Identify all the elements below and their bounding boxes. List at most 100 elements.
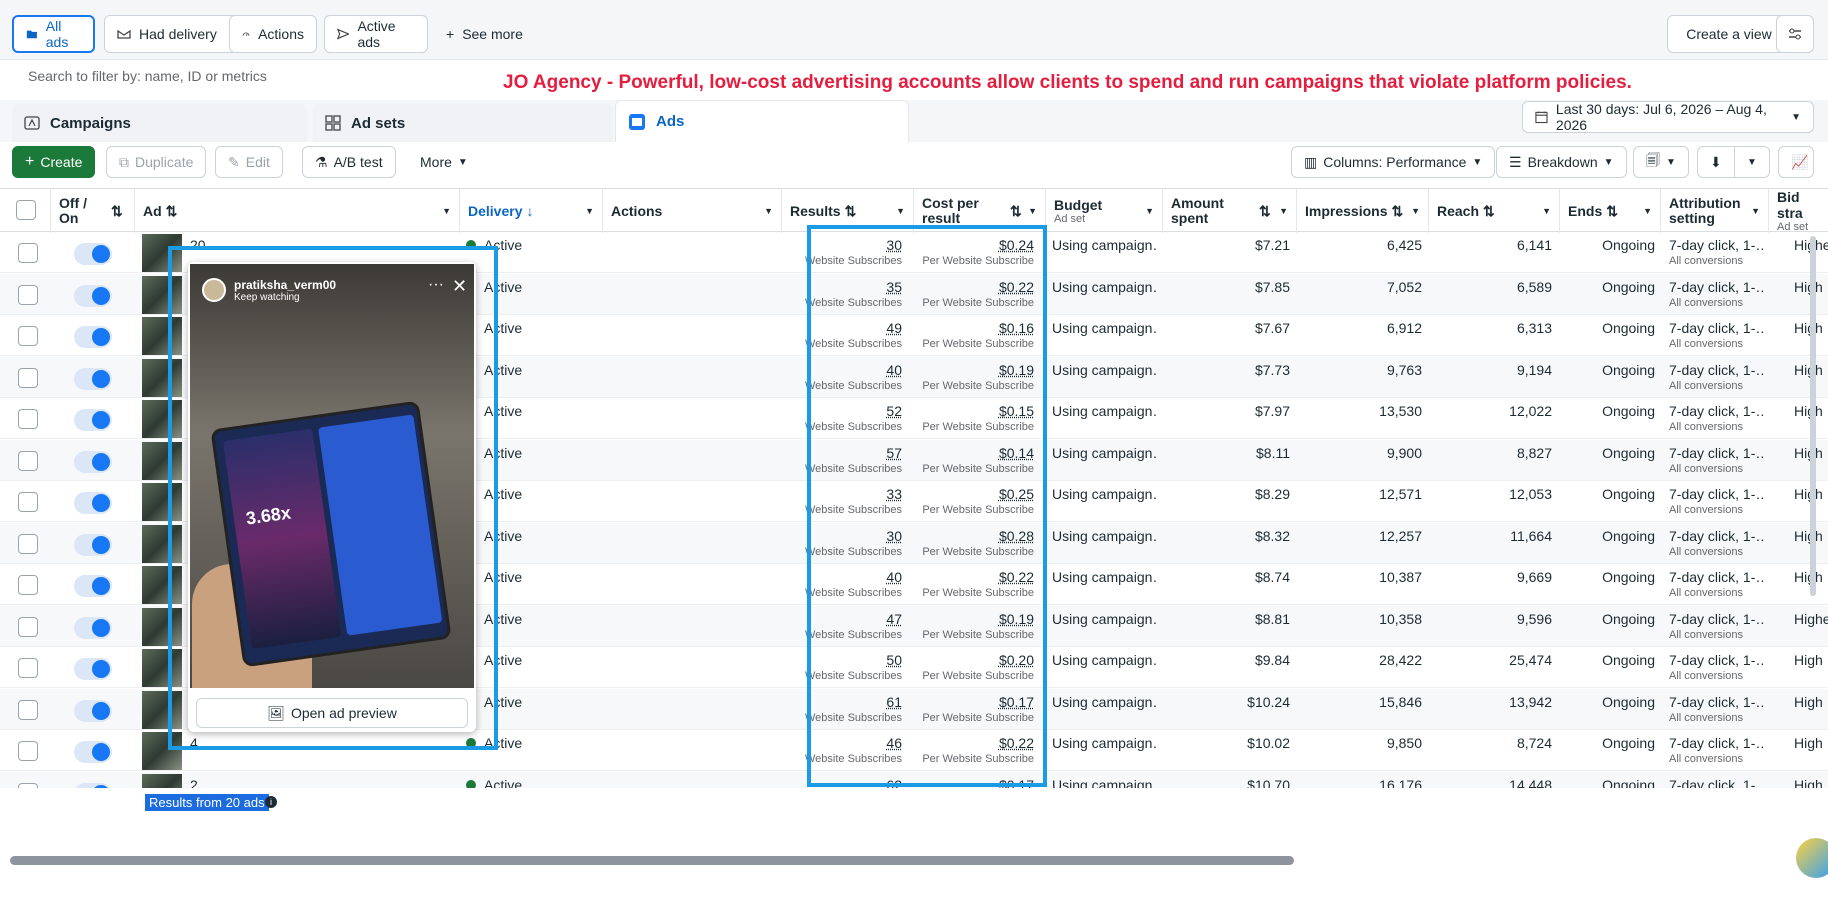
ends-value: Ongoing bbox=[1602, 361, 1655, 378]
more-button[interactable]: More ▼ bbox=[408, 146, 480, 178]
sort-icon: ⇅ bbox=[1391, 202, 1404, 219]
row-checkbox[interactable] bbox=[18, 782, 38, 788]
row-checkbox[interactable] bbox=[18, 616, 38, 637]
status-toggle[interactable] bbox=[74, 616, 112, 639]
amount-spent-value: $7.73 bbox=[1254, 361, 1290, 378]
pencil-icon: ✎ bbox=[228, 153, 240, 170]
row-checkbox[interactable] bbox=[18, 284, 38, 305]
status-toggle[interactable] bbox=[74, 533, 112, 556]
budget-value: Using campaign… bbox=[1052, 569, 1158, 585]
info-icon[interactable]: i bbox=[265, 796, 277, 808]
chevron-down-icon: ▼ bbox=[764, 206, 773, 216]
row-checkbox[interactable] bbox=[18, 243, 38, 263]
attribution-value: 7-day click, 1-… bbox=[1669, 403, 1765, 419]
row-checkbox[interactable] bbox=[18, 741, 38, 761]
row-checkbox[interactable] bbox=[18, 326, 38, 346]
status-toggle[interactable] bbox=[74, 409, 112, 431]
status-toggle[interactable] bbox=[74, 492, 112, 514]
see-more-button[interactable]: + See more bbox=[446, 15, 523, 53]
attribution-value: 7-day click, 1-… bbox=[1669, 361, 1765, 378]
status-toggle[interactable] bbox=[74, 782, 112, 788]
col-budget[interactable]: Budget Ad set ▼ bbox=[1045, 189, 1162, 233]
tab-ads[interactable]: Ads bbox=[615, 100, 909, 142]
date-range-picker[interactable]: Last 30 days: Jul 6, 2026 – Aug 4, 2026 … bbox=[1522, 101, 1814, 133]
row-checkbox[interactable] bbox=[18, 575, 38, 595]
reach-value: 6,589 bbox=[1516, 278, 1552, 295]
status-toggle[interactable] bbox=[74, 326, 112, 348]
status-toggle[interactable] bbox=[74, 243, 112, 265]
chevron-down-icon: ▼ bbox=[1666, 156, 1676, 168]
breakdown-button[interactable]: ☰ Breakdown ▼ bbox=[1496, 146, 1627, 178]
attribution-value: 7-day click, 1-… bbox=[1669, 320, 1765, 336]
row-checkbox[interactable] bbox=[18, 450, 38, 471]
col-attribution[interactable]: Attribution setting ▼ bbox=[1660, 189, 1768, 233]
horizontal-scrollbar[interactable] bbox=[10, 856, 1294, 865]
status-toggle[interactable] bbox=[74, 284, 112, 307]
status-toggle[interactable] bbox=[74, 450, 112, 473]
col-reach[interactable]: Reach ⇅ ▼ bbox=[1428, 189, 1559, 233]
filter-active-ads[interactable]: Active ads bbox=[324, 15, 428, 53]
reports-button[interactable]: 🗐 ▼ bbox=[1633, 146, 1689, 178]
customize-button[interactable] bbox=[1776, 15, 1814, 53]
col-offon[interactable]: Off / On ⇅ bbox=[50, 189, 134, 233]
col-impressions[interactable]: Impressions ⇅ ▼ bbox=[1296, 189, 1428, 233]
search-input[interactable]: Search to filter by: name, ID or metrics bbox=[28, 68, 267, 84]
amount-spent-value: $8.29 bbox=[1254, 486, 1290, 502]
attribution-value: 7-day click, 1-… bbox=[1669, 693, 1765, 710]
report-icon: 🗐 bbox=[1646, 152, 1660, 168]
col-delivery[interactable]: Delivery ↓ ▼ bbox=[459, 189, 602, 233]
assistant-icon[interactable] bbox=[1796, 838, 1828, 878]
col-ends[interactable]: Ends ⇅ ▼ bbox=[1559, 189, 1660, 233]
reach-value: 8,827 bbox=[1516, 444, 1552, 461]
ends-value: Ongoing bbox=[1602, 320, 1655, 336]
attribution-sub: All conversions bbox=[1669, 628, 1743, 641]
impressions-value: 9,900 bbox=[1386, 444, 1422, 461]
select-all-checkbox[interactable] bbox=[16, 200, 36, 220]
attribution-sub: All conversions bbox=[1669, 379, 1743, 392]
chevron-down-icon: ▼ bbox=[1411, 206, 1420, 216]
budget-value: Using campaign… bbox=[1052, 278, 1158, 295]
duplicate-button[interactable]: ⧉ Duplicate bbox=[106, 146, 207, 178]
amount-spent-value: $8.32 bbox=[1254, 527, 1290, 544]
amount-spent-value: $10.70 bbox=[1247, 776, 1290, 789]
status-toggle[interactable] bbox=[74, 699, 112, 722]
col-ad[interactable]: Ad ⇅ ▼ bbox=[134, 189, 459, 233]
ab-test-button[interactable]: ⚗ A/B test bbox=[302, 146, 396, 178]
bid-strategy-value: High bbox=[1794, 776, 1823, 789]
row-checkbox[interactable] bbox=[18, 699, 38, 720]
ends-value: Ongoing bbox=[1602, 237, 1655, 253]
charts-button[interactable]: 📈 bbox=[1778, 146, 1814, 178]
status-toggle[interactable] bbox=[74, 575, 112, 597]
close-icon[interactable]: ✕ bbox=[452, 276, 467, 297]
row-checkbox[interactable] bbox=[18, 533, 38, 554]
export-menu-button[interactable]: ▼ bbox=[1734, 146, 1770, 178]
tab-adsets[interactable]: Ad sets bbox=[313, 104, 613, 142]
impressions-value: 9,763 bbox=[1386, 361, 1422, 378]
columns-button[interactable]: ▥ Columns: Performance ▼ bbox=[1291, 146, 1496, 178]
ad-name[interactable]: 2 bbox=[190, 777, 198, 789]
status-toggle[interactable] bbox=[74, 658, 112, 680]
status-toggle[interactable] bbox=[74, 741, 112, 763]
open-ad-preview-button[interactable]: 🖼 Open ad preview bbox=[196, 698, 468, 728]
create-view-button[interactable]: Create a view bbox=[1667, 15, 1791, 53]
more-options-icon[interactable]: ··· bbox=[428, 276, 444, 294]
edit-button[interactable]: ✎ Edit bbox=[215, 146, 283, 178]
col-bid-strategy[interactable]: Bid stra Ad set bbox=[1768, 189, 1828, 233]
tab-campaigns[interactable]: Campaigns bbox=[12, 104, 307, 142]
chevron-down-icon: ▼ bbox=[457, 156, 468, 168]
row-checkbox[interactable] bbox=[18, 367, 38, 388]
row-checkbox[interactable] bbox=[18, 409, 38, 429]
plus-icon: + bbox=[25, 153, 35, 170]
row-checkbox[interactable] bbox=[18, 658, 38, 678]
col-amount-spent[interactable]: Amount spent ⇅ ▼ bbox=[1162, 189, 1296, 233]
vertical-scrollbar[interactable] bbox=[1810, 236, 1816, 596]
results-summary: Results from 20 ads bbox=[145, 794, 269, 811]
row-checkbox[interactable] bbox=[18, 492, 38, 512]
export-button[interactable]: ⬇ bbox=[1697, 146, 1735, 178]
create-button[interactable]: + Create bbox=[12, 146, 96, 178]
filter-actions[interactable]: Actions bbox=[229, 15, 317, 53]
status-toggle[interactable] bbox=[74, 367, 112, 390]
reach-value: 25,474 bbox=[1509, 652, 1552, 668]
col-actions[interactable]: Actions ▼ bbox=[602, 189, 781, 233]
filter-all-ads[interactable]: All ads bbox=[12, 15, 95, 53]
